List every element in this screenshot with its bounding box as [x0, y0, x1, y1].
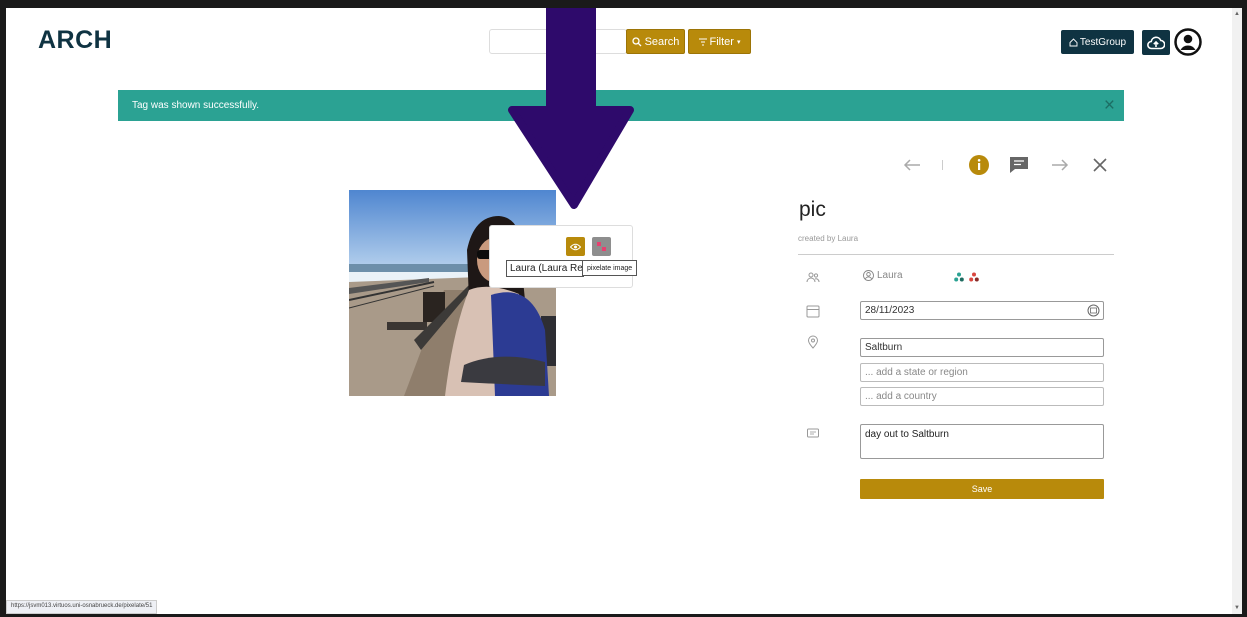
- eye-icon: [570, 243, 581, 250]
- divider: [798, 254, 1114, 255]
- location-icon: [807, 335, 819, 349]
- image-toolbar: [896, 152, 1116, 182]
- app-window: ARCH Search Filter ▾ TestGroup Tag was s…: [6, 8, 1242, 614]
- description-icon: [807, 428, 819, 438]
- alert-message: Tag was shown successfully.: [132, 100, 260, 111]
- group-badges: [954, 272, 979, 282]
- comment-icon: [1010, 157, 1028, 173]
- app-logo[interactable]: ARCH: [38, 26, 112, 55]
- photo[interactable]: [349, 190, 556, 396]
- close-icon[interactable]: ×: [1104, 96, 1115, 115]
- created-by: created by Laura: [798, 234, 859, 243]
- filter-icon: [698, 38, 707, 45]
- country-field[interactable]: ... add a country: [860, 387, 1104, 406]
- search-button-label: Search: [644, 35, 680, 48]
- filter-button[interactable]: Filter ▾: [688, 29, 751, 54]
- annotation-arrow-icon: [508, 8, 634, 209]
- save-button[interactable]: Save: [860, 479, 1104, 499]
- close-icon: [1093, 158, 1107, 172]
- group-label: TestGroup: [1079, 36, 1127, 48]
- next-button[interactable]: [1048, 152, 1072, 178]
- group-button[interactable]: TestGroup: [1061, 30, 1134, 54]
- arrow-left-icon: [903, 159, 920, 171]
- comments-button[interactable]: [1006, 152, 1032, 178]
- arrow-right-icon: [1052, 159, 1069, 171]
- pixelate-icon: [597, 242, 606, 251]
- group-teal-icon[interactable]: [954, 272, 964, 282]
- city-field[interactable]: Saltburn: [860, 338, 1104, 357]
- upload-button[interactable]: [1142, 30, 1170, 55]
- show-tag-button[interactable]: [566, 237, 585, 256]
- image-title: pic: [799, 198, 826, 221]
- person-name: Laura: [877, 270, 903, 281]
- tag-popover: [489, 225, 633, 288]
- cloud-upload-icon: [1147, 36, 1165, 49]
- description-field[interactable]: day out to Saltburn: [860, 424, 1104, 459]
- pixelate-button[interactable]: [592, 237, 611, 256]
- toolbar-divider: [936, 152, 948, 178]
- close-panel-button[interactable]: [1088, 152, 1112, 178]
- people-icon: [806, 272, 820, 283]
- person-icon: [863, 270, 874, 281]
- previous-button[interactable]: [900, 152, 924, 178]
- filter-button-label: Filter: [709, 35, 734, 48]
- pixelate-tooltip: pixelate image: [582, 260, 638, 276]
- chevron-down-icon: ▾: [736, 38, 741, 46]
- status-bar-url: https://jsvm013.virtuos.uni-osnabrueck.d…: [6, 600, 158, 614]
- date-field[interactable]: 28/11/2023: [860, 301, 1104, 320]
- tag-name-label: Laura (Laura Re: [506, 260, 584, 277]
- tagged-person[interactable]: Laura: [863, 270, 903, 281]
- scroll-up-icon[interactable]: ▲: [1234, 11, 1240, 17]
- scroll-down-icon[interactable]: ▼: [1234, 605, 1240, 611]
- group-red-icon[interactable]: [969, 272, 979, 282]
- date-value: 28/11/2023: [865, 305, 915, 316]
- home-icon: [1069, 37, 1078, 46]
- scrollbar[interactable]: ▲ ▼: [1232, 8, 1242, 614]
- calendar-picker-icon[interactable]: [1087, 304, 1100, 317]
- calendar-icon: [806, 305, 820, 318]
- account-icon[interactable]: [1174, 28, 1202, 56]
- region-field[interactable]: ... add a state or region: [860, 363, 1104, 382]
- info-icon: [969, 155, 989, 175]
- info-button[interactable]: [966, 152, 992, 178]
